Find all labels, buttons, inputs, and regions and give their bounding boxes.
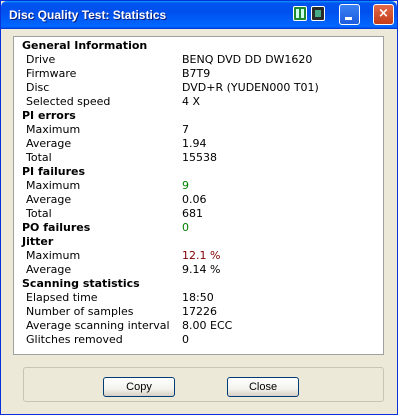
stat-row: Firmware B7T9 [14, 67, 383, 81]
stat-label: Maximum [26, 249, 81, 262]
stat-row: Drive BENQ DVD DD DW1620 [14, 53, 383, 67]
stat-value: 8.00 ECC [182, 319, 233, 332]
stat-row: Total 681 [14, 207, 383, 221]
stat-row: Elapsed time 18:50 [14, 291, 383, 305]
stat-label: Firmware [26, 67, 77, 80]
stat-label: Glitches removed [26, 333, 123, 346]
stat-row: Maximum 12.1 % [14, 249, 383, 263]
section-heading: PI failures [22, 165, 85, 178]
section-heading: PI errors [22, 109, 76, 122]
button-bar: Copy Close [23, 367, 384, 402]
stat-value: BENQ DVD DD DW1620 [182, 53, 313, 66]
statistics-window: Disc Quality Test: Statistics × General … [0, 0, 398, 415]
stat-value: 12.1 % [182, 249, 221, 262]
stat-value: 18:50 [182, 291, 214, 304]
minimize-button[interactable] [339, 4, 360, 25]
stat-value: 4 X [182, 95, 201, 108]
stat-value: 9.14 % [182, 263, 221, 276]
stat-value: 9 [182, 179, 189, 192]
close-window-button[interactable]: × [373, 4, 394, 25]
stat-label: Average scanning interval [26, 319, 170, 332]
section-heading: PO failures [22, 221, 91, 234]
stat-value: B7T9 [182, 67, 211, 80]
section-scanning-statistics: Scanning statistics [14, 277, 383, 291]
stat-value: 681 [182, 207, 203, 220]
section-pi-errors: PI errors [14, 109, 383, 123]
stat-row: Disc DVD+R (YUDEN000 T01) [14, 81, 383, 95]
stat-value: 0 [182, 221, 189, 234]
section-heading: Scanning statistics [22, 277, 140, 290]
stat-value: 15538 [182, 151, 217, 164]
stat-label: Total [26, 151, 52, 164]
stat-row: Average scanning interval 8.00 ECC [14, 319, 383, 333]
monitor-icon[interactable] [311, 6, 325, 21]
stat-label: Number of samples [26, 305, 134, 318]
stat-label: Average [26, 263, 72, 276]
stat-label: Maximum [26, 179, 81, 192]
stat-label: Average [26, 193, 72, 206]
stat-label: Disc [26, 81, 50, 94]
stat-row: Total 15538 [14, 151, 383, 165]
stat-row: Glitches removed 0 [14, 333, 383, 347]
stat-label: Elapsed time [26, 291, 98, 304]
section-heading: Jitter [22, 235, 54, 248]
title-bar[interactable]: Disc Quality Test: Statistics × [1, 1, 397, 29]
close-button[interactable]: Close [227, 377, 299, 397]
stat-row: Selected speed 4 X [14, 95, 383, 109]
stat-label: Selected speed [26, 95, 111, 108]
section-general-information: General Information [14, 39, 383, 53]
stat-value: 17226 [182, 305, 217, 318]
stat-label: Maximum [26, 123, 81, 136]
stat-row: Average 9.14 % [14, 263, 383, 277]
section-jitter: Jitter [14, 235, 383, 249]
section-po-failures: PO failures 0 [14, 221, 383, 235]
stat-label: Total [26, 207, 52, 220]
stat-value: 1.94 [182, 137, 207, 150]
stat-label: Average [26, 137, 72, 150]
stat-row: Maximum 7 [14, 123, 383, 137]
stat-value: 0 [182, 333, 189, 346]
stat-row: Average 1.94 [14, 137, 383, 151]
section-heading: General Information [22, 39, 148, 52]
stat-row: Number of samples 17226 [14, 305, 383, 319]
stat-row: Maximum 9 [14, 179, 383, 193]
chart-icon[interactable] [293, 6, 307, 21]
stat-row: Average 0.06 [14, 193, 383, 207]
stat-value: DVD+R (YUDEN000 T01) [182, 81, 319, 94]
copy-button[interactable]: Copy [103, 377, 175, 397]
window-title: Disc Quality Test: Statistics [9, 8, 167, 22]
stat-value: 7 [182, 123, 189, 136]
statistics-panel: General Information Drive BENQ DVD DD DW16… [13, 36, 384, 355]
stat-value: 0.06 [182, 193, 207, 206]
section-pi-failures: PI failures [14, 165, 383, 179]
stat-label: Drive [26, 53, 56, 66]
